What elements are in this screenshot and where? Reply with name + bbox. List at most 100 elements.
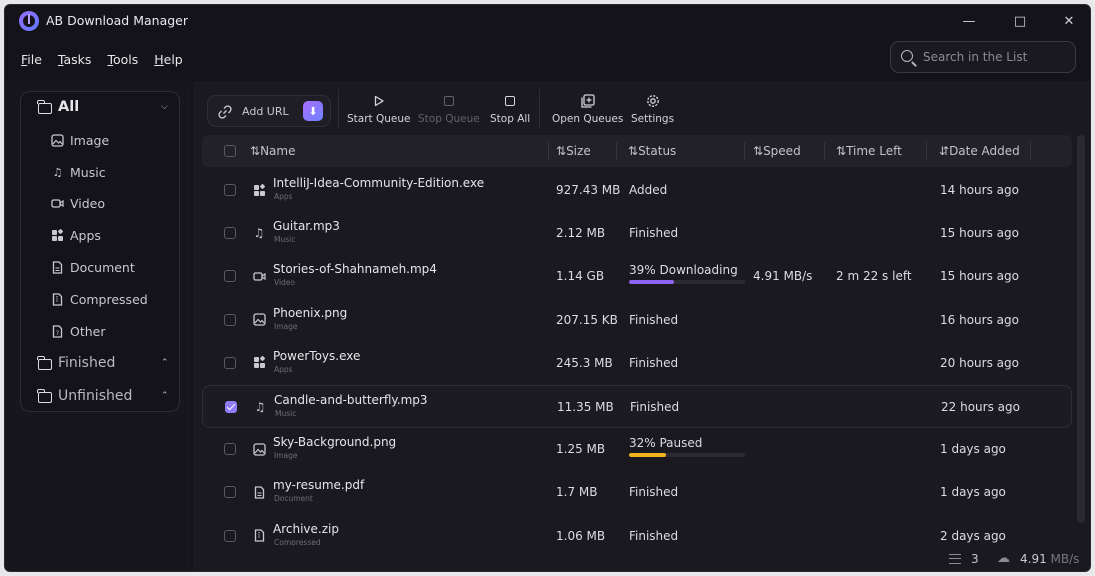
file-name: PowerToys.exe	[273, 348, 361, 363]
row-checkbox[interactable]	[224, 184, 236, 196]
menu-tools[interactable]: Tools	[105, 50, 140, 69]
row-checkbox[interactable]	[225, 401, 237, 413]
settings-button[interactable]: Settings	[631, 93, 674, 129]
sidebar-item-finished[interactable]: Finished ⌃	[21, 354, 179, 376]
column-status[interactable]: ⇅Status	[628, 144, 676, 158]
file-status: Added	[629, 183, 668, 197]
file-status: Finished	[629, 355, 679, 370]
file-status: Finished	[629, 528, 679, 543]
file-type: Music	[275, 409, 297, 418]
sidebar-item-apps[interactable]: Apps	[51, 225, 101, 245]
apps-icon	[51, 228, 64, 242]
sidebar-item-all[interactable]: All ⌵	[21, 98, 179, 120]
download-icon[interactable]: ⬇	[303, 101, 323, 121]
sidebar-item-music[interactable]: ♫ Music	[51, 162, 106, 182]
row-checkbox[interactable]	[224, 486, 236, 499]
table-header: ⇅Name ⇅Size ⇅Status ⇅Speed ⇅Time Left ⇵D…	[202, 135, 1072, 167]
table-row[interactable]: Phoenix.png Image 207.15 KB Finished 16 hour…	[202, 299, 1072, 342]
table-row[interactable]: Sky-Background.png Image 1.25 MB 32% Paused…	[202, 428, 1072, 471]
row-checkbox[interactable]	[224, 443, 236, 456]
chevron-down-icon[interactable]: ⌵	[161, 102, 168, 112]
minimize-icon[interactable]: —	[947, 5, 991, 37]
compressed-icon	[252, 529, 266, 543]
file-date-added: 1 days ago	[940, 485, 1006, 500]
column-speed[interactable]: ⇅Speed	[753, 144, 801, 158]
stop-icon	[441, 93, 457, 109]
file-name: Sky-Background.png	[273, 435, 397, 450]
start-queue-button[interactable]: Start Queue	[347, 93, 410, 129]
menu-help[interactable]: Help	[152, 50, 185, 69]
column-divider	[616, 142, 617, 160]
file-date-added: 16 hours ago	[940, 312, 1019, 327]
progress-bar	[629, 280, 745, 285]
column-size[interactable]: ⇅Size	[556, 144, 591, 158]
column-divider	[744, 142, 745, 160]
file-type: Apps	[274, 364, 293, 374]
menu-file[interactable]: File	[19, 50, 44, 69]
stop-all-button[interactable]: Stop All	[490, 93, 530, 129]
sidebar-item-unfinished[interactable]: Unfinished ⌃	[21, 387, 179, 409]
file-status: Finished	[629, 312, 679, 327]
app-window: AB Download Manager — □ ✕ File Tasks Too…	[4, 4, 1091, 572]
file-size: 207.15 KB	[556, 312, 618, 327]
add-url-button[interactable]: Add URL ⬇	[207, 95, 331, 127]
file-name: IntelliJ-Idea-Community-Edition.exe	[273, 176, 485, 190]
stop-queue-button[interactable]: Stop Queue	[418, 93, 480, 129]
file-name: Guitar.mp3	[273, 219, 340, 234]
search-input[interactable]	[923, 48, 1068, 66]
music-icon: ♫	[253, 226, 265, 241]
toolbar-divider	[338, 89, 339, 129]
column-date-added[interactable]: ⇵Date Added	[939, 144, 1020, 158]
file-status: 32% Paused	[629, 436, 703, 451]
sidebar-item-other[interactable]: ? Other	[51, 321, 106, 341]
table-row[interactable]: my-resume.pdf Document 1.7 MB Finished 1 day…	[202, 471, 1072, 514]
file-type: Document	[274, 494, 313, 504]
chevron-up-icon[interactable]: ⌃	[161, 391, 169, 401]
file-date-added: 2 days ago	[940, 528, 1006, 543]
table-row[interactable]: Stories-of-Shahnameh.mp4 Video 1.14 GB 39% …	[202, 255, 1072, 298]
file-date-added: 1 days ago	[940, 442, 1006, 457]
row-checkbox[interactable]	[224, 356, 236, 369]
file-status: Finished	[629, 485, 679, 500]
maximize-icon[interactable]: □	[998, 5, 1042, 37]
sidebar-item-image[interactable]: Image	[51, 130, 109, 150]
table-row[interactable]: IntelliJ-Idea-Community-Edition.exe Apps 9…	[202, 169, 1072, 212]
row-checkbox[interactable]	[224, 313, 236, 326]
apps-icon	[252, 356, 266, 370]
document-icon	[252, 485, 266, 499]
search-icon	[901, 50, 913, 62]
toolbar: Add URL ⬇ Start Queue Stop Queue Stop Al…	[193, 81, 1090, 131]
column-time-left[interactable]: ⇅Time Left	[836, 144, 902, 158]
table-row[interactable]: ♫ Guitar.mp3 Music 2.12 MB Finished 15 hours …	[202, 212, 1072, 255]
search-box[interactable]	[890, 41, 1076, 73]
table-row[interactable]: PowerToys.exe Apps 245.3 MB Finished 20 hour…	[202, 342, 1072, 385]
sidebar-item-compressed[interactable]: Compressed	[51, 289, 148, 309]
app-logo-icon	[19, 11, 39, 31]
close-icon[interactable]: ✕	[1047, 5, 1090, 37]
vertical-scrollbar[interactable]	[1077, 135, 1085, 523]
chevron-up-icon[interactable]: ⌃	[161, 358, 169, 368]
column-name[interactable]: ⇅Name	[250, 144, 295, 158]
select-all-checkbox[interactable]	[224, 145, 236, 157]
sidebar-item-video[interactable]: Video	[51, 193, 105, 213]
folder-icon	[37, 389, 52, 403]
row-checkbox[interactable]	[224, 227, 236, 240]
row-checkbox[interactable]	[224, 529, 236, 542]
file-status: 39% Downloading	[629, 263, 738, 278]
status-bar: 3 ☁ 4.91 MB/s	[193, 545, 1090, 571]
file-type: Apps	[274, 192, 293, 201]
file-size: 1.14 GB	[556, 269, 605, 284]
table-row[interactable]: Archive.zip Compressed 1.06 MB Finished 2 da…	[202, 515, 1072, 545]
music-icon: ♫	[52, 165, 63, 179]
stop-icon	[502, 93, 518, 109]
music-icon: ♫	[254, 400, 266, 414]
file-size: 11.35 MB	[557, 400, 614, 414]
file-name: my-resume.pdf	[273, 478, 365, 493]
row-checkbox[interactable]	[224, 270, 236, 283]
file-type: Music	[274, 235, 296, 245]
table-row[interactable]: ♫ Candle-and-butterfly.mp3 Music 11.35 MB Fi…	[202, 385, 1072, 428]
sidebar-item-document[interactable]: Document	[51, 257, 135, 277]
open-queues-button[interactable]: Open Queues	[552, 93, 623, 129]
menu-tasks[interactable]: Tasks	[56, 50, 94, 69]
file-type: Image	[274, 451, 298, 461]
